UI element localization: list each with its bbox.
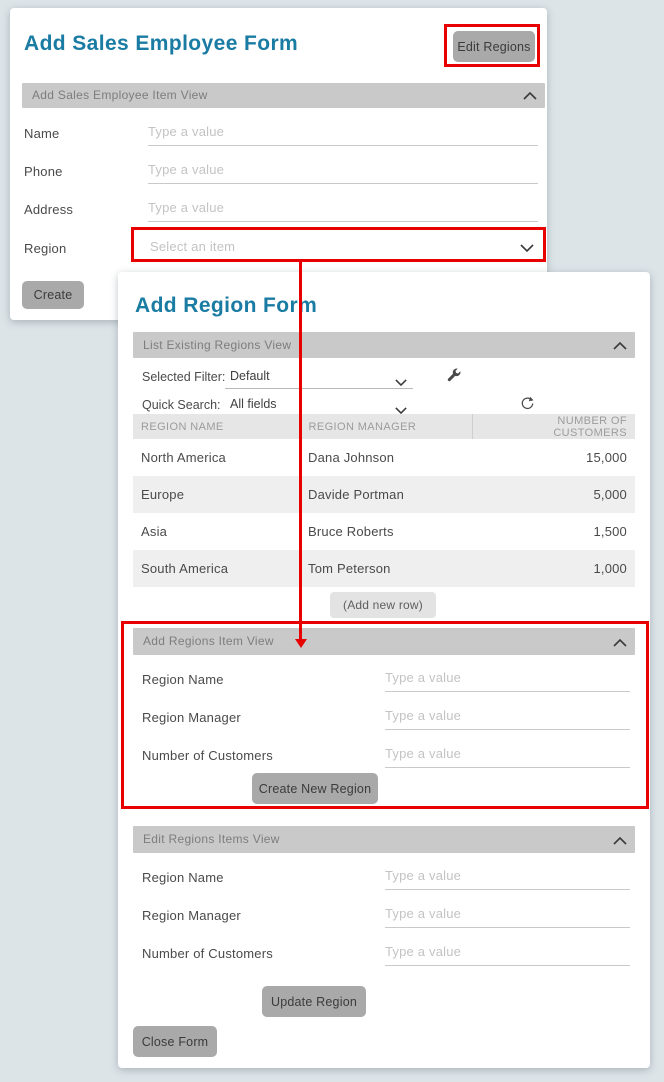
phone-label: Phone	[24, 156, 63, 186]
chevron-down-icon	[520, 241, 534, 256]
edit-number-customers-input[interactable]	[385, 938, 630, 966]
cell-customers: 5,000	[472, 476, 635, 513]
region-field-row: Region Select an item	[10, 233, 547, 263]
chevron-down-icon	[395, 373, 407, 394]
edit-region-name-row: Region Name	[118, 862, 650, 892]
selected-filter-value: Default	[230, 369, 270, 383]
collapse-chevron-icon[interactable]	[521, 88, 539, 104]
update-region-button[interactable]: Update Region	[262, 986, 366, 1017]
edit-number-customers-row: Number of Customers	[118, 938, 650, 968]
cell-region-manager: Davide Portman	[300, 476, 472, 513]
add-region-manager-row: Region Manager	[118, 702, 650, 732]
cell-region-name: North America	[133, 439, 300, 476]
selected-filter-row: Selected Filter: Default	[118, 366, 650, 390]
collapse-chevron-icon[interactable]	[611, 338, 629, 354]
employee-section-header: Add Sales Employee Item View	[22, 83, 545, 108]
list-regions-section-header: List Existing Regions View	[133, 332, 635, 358]
add-regions-header-label: Add Regions Item View	[143, 634, 274, 648]
cell-customers: 15,000	[472, 439, 635, 476]
edit-region-manager-row: Region Manager	[118, 900, 650, 930]
filter-settings-wrench-icon[interactable]	[446, 368, 461, 386]
cell-region-manager: Dana Johnson	[300, 439, 472, 476]
region-label: Region	[24, 233, 66, 263]
address-label: Address	[24, 194, 73, 224]
name-input[interactable]	[148, 118, 538, 146]
cell-region-name: Europe	[133, 476, 300, 513]
edit-number-customers-label: Number of Customers	[142, 938, 273, 968]
region-select[interactable]: Select an item	[148, 233, 538, 261]
quick-search-input[interactable]	[426, 394, 508, 416]
table-header-row: REGION NAME REGION MANAGER NUMBER OF CUS…	[133, 414, 635, 439]
edit-region-name-input[interactable]	[385, 862, 630, 890]
add-number-customers-row: Number of Customers	[118, 740, 650, 770]
region-form-panel: Add Region Form List Existing Regions Vi…	[118, 272, 650, 1068]
table-row[interactable]: Asia Bruce Roberts 1,500	[133, 513, 635, 550]
add-number-customers-input[interactable]	[385, 740, 630, 768]
collapse-chevron-icon[interactable]	[611, 833, 629, 849]
column-header-region-name[interactable]: REGION NAME	[133, 414, 300, 439]
regions-table: REGION NAME REGION MANAGER NUMBER OF CUS…	[133, 414, 635, 587]
address-field-row: Address	[10, 194, 547, 224]
edit-region-name-label: Region Name	[142, 862, 224, 892]
table-row[interactable]: Europe Davide Portman 5,000	[133, 476, 635, 513]
quick-search-label: Quick Search:	[142, 394, 221, 416]
add-new-row-button[interactable]: (Add new row)	[330, 592, 436, 618]
create-button[interactable]: Create	[22, 281, 84, 309]
name-field-row: Name	[10, 118, 547, 148]
add-region-name-row: Region Name	[118, 664, 650, 694]
add-region-name-label: Region Name	[142, 664, 224, 694]
edit-region-manager-label: Region Manager	[142, 900, 241, 930]
add-region-manager-label: Region Manager	[142, 702, 241, 732]
refresh-icon[interactable]	[520, 396, 535, 414]
cell-region-name: South America	[133, 550, 300, 587]
table-row[interactable]: North America Dana Johnson 15,000	[133, 439, 635, 476]
create-new-region-button[interactable]: Create New Region	[252, 773, 378, 804]
phone-input[interactable]	[148, 156, 538, 184]
cell-customers: 1,500	[472, 513, 635, 550]
employee-form-title: Add Sales Employee Form	[24, 32, 298, 56]
address-input[interactable]	[148, 194, 538, 222]
column-header-region-manager[interactable]: REGION MANAGER	[300, 414, 472, 439]
edit-region-manager-input[interactable]	[385, 900, 630, 928]
cell-region-name: Asia	[133, 513, 300, 550]
add-regions-section-header: Add Regions Item View	[133, 628, 635, 655]
edit-regions-section-header: Edit Regions Items View	[133, 826, 635, 853]
table-row[interactable]: South America Tom Peterson 1,000	[133, 550, 635, 587]
quick-search-field-value: All fields	[230, 397, 277, 411]
name-label: Name	[24, 118, 59, 148]
employee-section-header-label: Add Sales Employee Item View	[32, 88, 208, 102]
selected-filter-dropdown[interactable]: Default	[225, 366, 413, 389]
add-number-customers-label: Number of Customers	[142, 740, 273, 770]
region-form-title: Add Region Form	[135, 294, 317, 318]
phone-field-row: Phone	[10, 156, 547, 186]
edit-regions-header-label: Edit Regions Items View	[143, 832, 280, 846]
collapse-chevron-icon[interactable]	[611, 635, 629, 651]
add-region-manager-input[interactable]	[385, 702, 630, 730]
close-form-button[interactable]: Close Form	[133, 1026, 217, 1057]
cell-region-manager: Bruce Roberts	[300, 513, 472, 550]
list-regions-header-label: List Existing Regions View	[143, 338, 291, 352]
add-region-name-input[interactable]	[385, 664, 630, 692]
column-header-number-of-customers[interactable]: NUMBER OF CUSTOMERS	[472, 414, 635, 439]
cell-customers: 1,000	[472, 550, 635, 587]
cell-region-manager: Tom Peterson	[300, 550, 472, 587]
edit-regions-button[interactable]: Edit Regions	[453, 31, 535, 62]
region-select-placeholder: Select an item	[148, 239, 235, 254]
selected-filter-label: Selected Filter:	[142, 366, 225, 388]
